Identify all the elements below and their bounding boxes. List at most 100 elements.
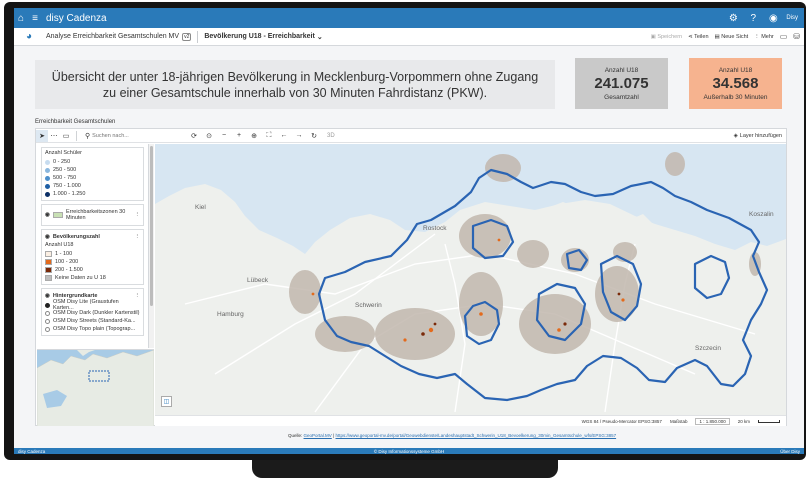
app-footer: disy Cadenza © Disy Informationssysteme …: [14, 448, 804, 454]
search-input[interactable]: [92, 132, 173, 139]
basemap-label: OSM Disy Topo plain (Topograp...: [53, 326, 136, 332]
more-icon[interactable]: ⋮: [135, 234, 141, 240]
legend-subtitle: Anzahl U18: [45, 242, 74, 248]
map-search[interactable]: ⚲: [85, 132, 180, 140]
radio-button[interactable]: [45, 302, 50, 308]
divider: [76, 130, 77, 141]
help-icon[interactable]: ?: [746, 11, 760, 25]
city-label: Rostock: [423, 225, 447, 232]
kpi-total: Anzahl U18 241.075 Gesamtzahl: [575, 58, 668, 109]
legend-swatch: [45, 259, 52, 265]
more-icon[interactable]: ⋮: [135, 212, 141, 218]
route-icon[interactable]: ⟳: [188, 130, 200, 142]
add-layer-button[interactable]: ◈ Layer hinzufügen: [734, 133, 786, 139]
map-canvas: Kiel Rostock Lübeck Hamburg Schwerin Szc…: [155, 144, 786, 413]
radio-button[interactable]: [45, 326, 50, 332]
eye-icon[interactable]: ◉: [45, 293, 50, 299]
toggle-3d[interactable]: 3D: [327, 133, 335, 139]
divider: [197, 30, 199, 43]
city-label: Szczecin: [695, 345, 721, 352]
legend-swatch: [45, 159, 50, 165]
user-name[interactable]: Disy: [786, 15, 798, 21]
scrollbar-thumb[interactable]: [150, 146, 153, 306]
source-separator: |: [333, 433, 335, 438]
rotate-icon[interactable]: ↻: [308, 130, 320, 142]
basemap-option[interactable]: OSM Disy Lite (Graustufen Karten...: [45, 299, 140, 311]
scale-input[interactable]: 1 : 1.850.000: [695, 417, 730, 425]
kpi-subtitle: Gesamtzahl: [604, 93, 639, 101]
rectangle-select-icon[interactable]: ▭: [60, 130, 72, 142]
overview-map[interactable]: [37, 349, 154, 426]
breadcrumb[interactable]: Analyse Erreichbarkeit Gesamtschulen MV …: [46, 32, 192, 41]
source-prefix: Quelle:: [288, 433, 303, 438]
zoom-in-icon[interactable]: +: [233, 130, 245, 142]
basemap-option[interactable]: OSM Disy Streets (Standard-Ka...: [45, 317, 140, 325]
basemap-label: OSM Disy Dark (Dunkler Kartenstil): [53, 310, 140, 316]
legend-label: 1.000 - 1.250: [53, 191, 86, 197]
legend-label: 200 - 1.500: [55, 267, 83, 273]
zoom-selection-icon[interactable]: ⊕: [248, 130, 260, 142]
layer-header[interactable]: ◉ Erreichbarkeitszonen 30 Minuten ⋮: [45, 207, 140, 223]
radio-button[interactable]: [45, 310, 50, 316]
source-link[interactable]: GeoPortal.MV: [304, 433, 332, 438]
version-badge: v2: [182, 32, 192, 41]
scale-distance: 20 km: [737, 418, 750, 424]
measure-icon[interactable]: ⋯: [48, 130, 60, 142]
kpi-outside: Anzahl U18 34.568 Außerhalb 30 Minuten: [689, 58, 782, 109]
home-icon[interactable]: ⌂: [14, 11, 28, 25]
analysis-name[interactable]: Analyse Erreichbarkeit Gesamtschulen MV: [46, 33, 179, 40]
basemap-option[interactable]: OSM Disy Topo plain (Topograp...: [45, 325, 140, 333]
legend-swatch: [52, 212, 63, 218]
kpi-label: Anzahl U18: [604, 66, 639, 74]
share-label: Teilen: [694, 33, 709, 40]
database-icon[interactable]: ⛁: [793, 32, 800, 41]
legend-swatch: [45, 175, 50, 181]
legend-label: 750 - 1.000: [53, 183, 81, 189]
legend-item: 1 - 100: [45, 250, 140, 258]
back-icon[interactable]: ←: [278, 130, 290, 142]
report-selector[interactable]: Bevölkerung U18 - Erreichbarkeit ⌄: [204, 33, 322, 41]
legend-students: Anzahl Schüler 0 - 250 250 - 500 500 - 7…: [41, 147, 144, 201]
legend-label: 100 - 200: [55, 259, 79, 265]
user-icon[interactable]: ◉: [766, 11, 780, 25]
new-view-button[interactable]: ▤ Neue Sicht: [715, 34, 749, 40]
layer-name: Bevölkerungszahl: [52, 234, 100, 240]
legend-swatch: [45, 183, 50, 189]
legend-item: 250 - 500: [45, 166, 140, 174]
legend-swatch: [45, 267, 52, 273]
layout-icon[interactable]: ▭: [780, 32, 788, 41]
more-button[interactable]: ⋮ Mehr: [754, 34, 774, 40]
layer-toggle-button[interactable]: ◫: [161, 396, 172, 407]
layer-header[interactable]: ◉ Bevölkerungszahl ⋮: [45, 232, 140, 242]
eye-icon[interactable]: ◉: [45, 234, 50, 240]
menu-icon[interactable]: ≡: [28, 11, 42, 25]
city-label: Kiel: [195, 204, 206, 211]
legend-item: 200 - 1.500: [45, 266, 140, 274]
monitor: ⌂ ≡ disy Cadenza ⚙ ? ◉ Disy ◕ Analyse Er…: [0, 0, 810, 480]
save-button[interactable]: ▣ Speichern: [651, 34, 683, 40]
kpi-value: 34.568: [712, 74, 759, 92]
radio-button[interactable]: [45, 318, 50, 324]
city-label: Koszalin: [749, 211, 774, 218]
zoom-out-icon[interactable]: −: [218, 130, 230, 142]
settings-icon[interactable]: ⚙: [726, 11, 740, 25]
share-button[interactable]: ⋖ Teilen: [688, 34, 708, 40]
more-label: Mehr: [761, 33, 774, 40]
legend-swatch: [45, 167, 50, 173]
basemap-option[interactable]: OSM Disy Dark (Dunkler Kartenstil): [45, 309, 140, 317]
legend-label: Keine Daten zu U 18: [55, 275, 106, 281]
forward-icon[interactable]: →: [293, 130, 305, 142]
add-layer-label: Layer hinzufügen: [739, 132, 782, 139]
main-map[interactable]: Kiel Rostock Lübeck Hamburg Schwerin Szc…: [155, 144, 786, 415]
source-url-link[interactable]: https://www.geoportal-mv.de/portal/Geowe…: [336, 433, 617, 438]
monitor-bezel: ⌂ ≡ disy Cadenza ⚙ ? ◉ Disy ◕ Analyse Er…: [4, 2, 806, 460]
legend-scrollbar[interactable]: [149, 144, 154, 348]
location-pin-icon[interactable]: ⊙: [203, 130, 215, 142]
legend-label: 500 - 750: [53, 175, 77, 181]
select-icon[interactable]: ➤: [36, 129, 48, 142]
eye-icon[interactable]: ◉: [45, 212, 50, 218]
fit-extent-icon[interactable]: ⛶: [263, 130, 275, 142]
scale-label: Maßstab: [669, 418, 688, 424]
scale-bar: [758, 419, 780, 423]
kpi-label: Anzahl U18: [718, 66, 753, 74]
